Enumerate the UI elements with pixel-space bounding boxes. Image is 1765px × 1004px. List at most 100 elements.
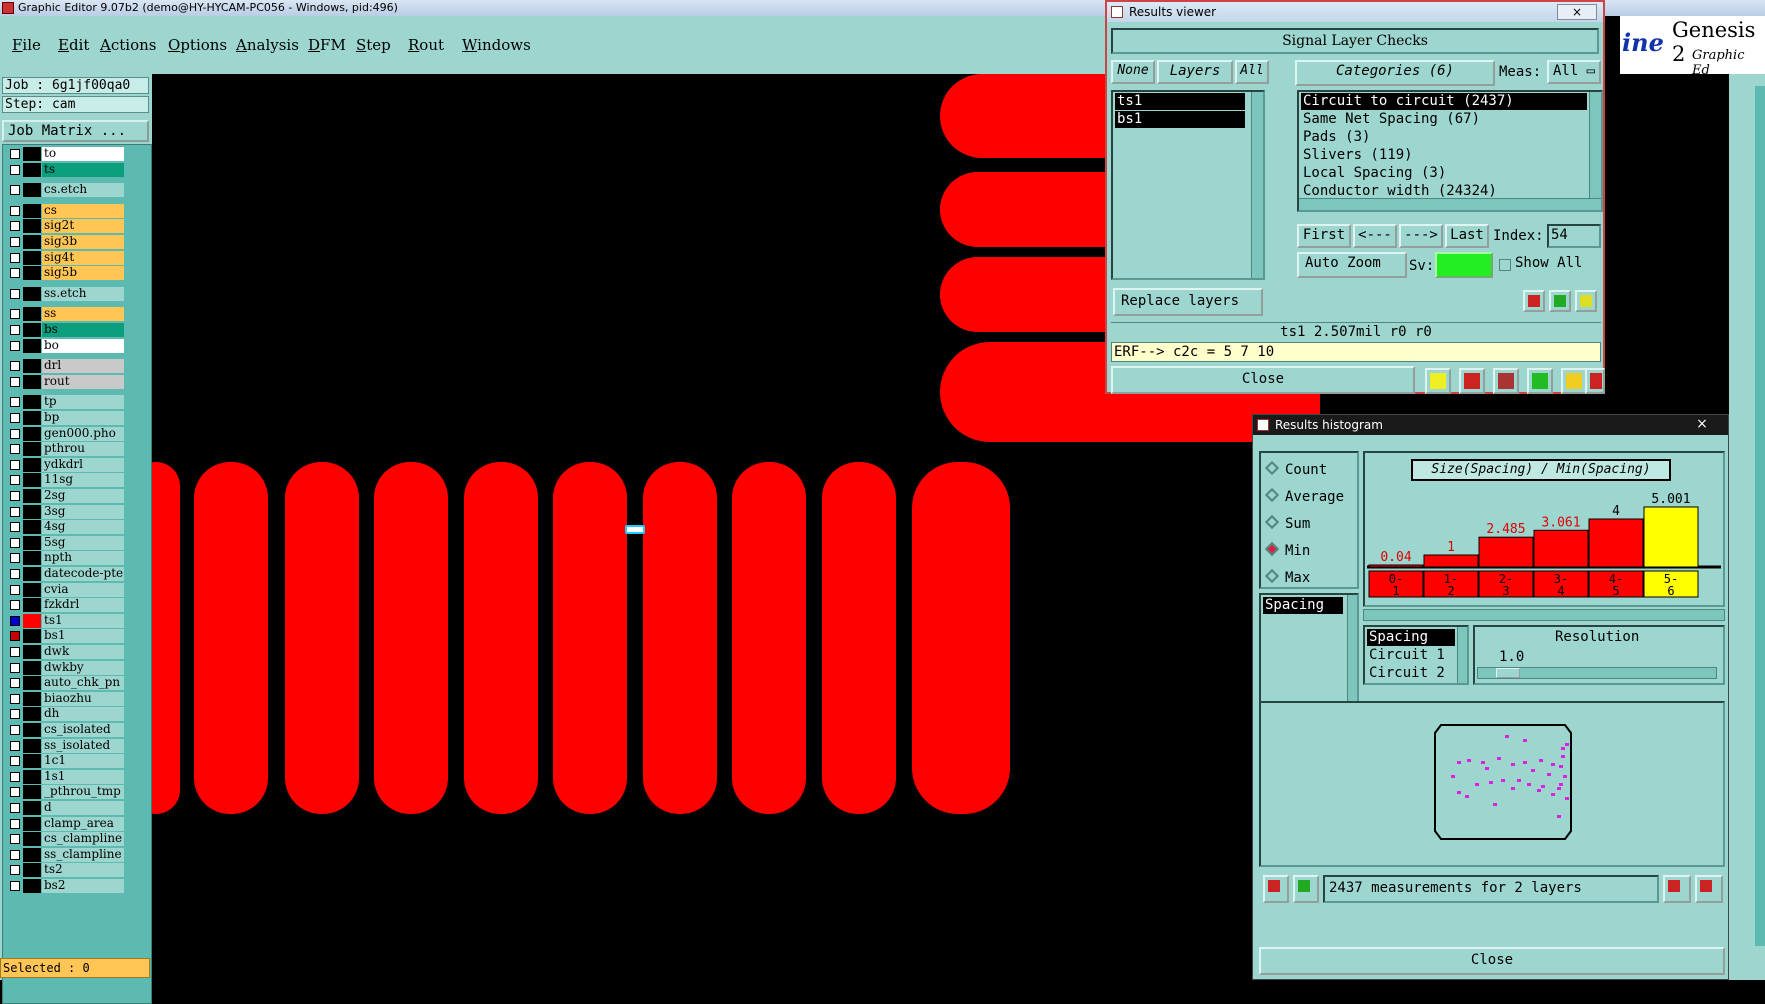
layer-name[interactable]: bs2 [42,879,124,893]
layer-checkbox[interactable] [10,413,20,423]
categories-listbox[interactable]: Circuit to circuit (2437) Same Net Spaci… [1297,90,1603,212]
layer-row-auto-chk-pn[interactable]: auto_chk_pn [6,676,124,691]
categories-hscrollbar[interactable] [1299,198,1601,210]
layer-name[interactable]: 1c1 [42,754,124,769]
measure-item[interactable]: Spacing [1263,597,1343,614]
layer-row-bs[interactable]: bs [6,323,124,337]
layer-swatch[interactable] [23,183,41,198]
layer-row-11sg[interactable]: 11sg [6,473,124,488]
layer-swatch[interactable] [23,250,41,265]
layer-name[interactable]: gen000.pho [42,426,124,441]
category-item[interactable]: Slivers (119) [1301,147,1413,164]
layer-row-ss-isolated[interactable]: ss_isolated [6,738,124,753]
layer-row-4sg[interactable]: 4sg [6,520,124,535]
zoom-icon[interactable] [1663,875,1691,903]
layer-checkbox[interactable] [10,803,20,813]
layer-name[interactable]: sig4t [42,250,124,265]
histogram-bar[interactable] [1478,536,1534,568]
next-button[interactable]: ---> [1399,224,1443,248]
category-item[interactable]: Pads (3) [1301,129,1370,146]
chart-hscrollbar[interactable] [1363,609,1725,621]
slider-handle[interactable] [1496,668,1520,678]
attr-item[interactable]: Spacing [1367,629,1455,646]
index-input[interactable]: 54 [1547,224,1601,248]
layer-name[interactable]: clamp_area [42,816,124,831]
layer-checkbox[interactable] [10,475,20,486]
layer-name[interactable]: cs [42,203,124,218]
layer-name[interactable]: fzkdrl [42,598,124,613]
layer-checkbox[interactable] [10,693,20,704]
layer-name[interactable]: dwk [42,645,124,659]
layer-swatch[interactable] [23,535,41,550]
layer-name[interactable]: 3sg [42,504,124,519]
layer-name[interactable]: 1s1 [42,769,124,784]
show-all-checkbox[interactable] [1499,259,1511,271]
menu-analysis[interactable]: Analysis [236,36,299,54]
sv-color-select[interactable] [1435,252,1493,278]
layer-swatch[interactable] [23,863,41,878]
layer-checkbox[interactable] [10,881,20,891]
cross-icon[interactable] [1493,368,1519,394]
layer-row-sig5b[interactable]: sig5b [6,266,124,281]
delete-icon[interactable] [1523,290,1545,312]
layer-checkbox[interactable] [10,149,20,159]
layer-row--pthrou-tmp[interactable]: _pthrou_tmp [6,785,124,800]
categories-header[interactable]: Categories (6) [1295,60,1495,86]
layer-swatch[interactable] [23,816,41,831]
layer-checkbox[interactable] [10,164,20,175]
layer-row-biaozhu[interactable]: biaozhu [6,691,124,706]
resolution-slider[interactable] [1477,667,1717,679]
none-button[interactable]: None [1111,60,1155,84]
layer-swatch[interactable] [23,489,41,503]
layer-item-ts1[interactable]: ts1 [1115,93,1245,110]
layer-name[interactable]: ts1 [42,613,124,628]
layer-checkbox[interactable] [10,288,20,299]
delete-icon[interactable] [1263,875,1289,903]
layer-row-cs-etch[interactable]: cs.etch [6,183,124,198]
layer-checkbox[interactable] [10,185,20,196]
layer-swatch[interactable] [23,707,41,722]
layer-row-dh[interactable]: dh [6,707,124,722]
show-icon[interactable] [1695,875,1723,903]
layer-name[interactable]: cs_clampline [42,832,124,847]
layer-checkbox[interactable] [10,834,20,845]
layer-swatch[interactable] [23,504,41,519]
layer-swatch[interactable] [23,147,41,161]
layer-row-fzkdrl[interactable]: fzkdrl [6,598,124,613]
layer-swatch[interactable] [23,691,41,706]
layer-row-gen000-pho[interactable]: gen000.pho [6,426,124,441]
replace-layers-select[interactable]: Replace layers [1113,288,1263,316]
layer-swatch[interactable] [23,338,41,353]
last-button[interactable]: Last [1445,224,1489,248]
layer-row-to[interactable]: to [6,147,124,161]
layer-name[interactable]: 2sg [42,489,124,503]
layer-row-d[interactable]: d [6,801,124,815]
layer-checkbox[interactable] [10,818,20,829]
layer-swatch[interactable] [23,629,41,644]
layer-swatch[interactable] [23,235,41,249]
layer-name[interactable]: 4sg [42,520,124,535]
layer-swatch[interactable] [23,598,41,613]
first-button[interactable]: First [1297,224,1351,248]
layer-row-pthrou[interactable]: pthrou [6,442,124,457]
report-icon[interactable] [1561,368,1587,394]
layer-row-ts1[interactable]: ts1 [6,613,124,628]
layer-name[interactable]: sig2t [42,219,124,234]
layer-name[interactable]: to [42,147,124,161]
layer-checkbox[interactable] [10,631,20,642]
layer-checkbox[interactable] [10,569,20,579]
categories-scrollbar[interactable] [1589,92,1601,198]
meas-select[interactable]: All ▭ [1547,60,1601,84]
layer-swatch[interactable] [23,551,41,566]
layer-row-dwk[interactable]: dwk [6,645,124,659]
layer-row-bs2[interactable]: bs2 [6,879,124,893]
layer-checkbox[interactable] [10,865,20,876]
menu-step[interactable]: Step [356,36,391,54]
layer-name[interactable]: tp [42,395,124,410]
layer-swatch[interactable] [23,738,41,753]
layer-swatch[interactable] [23,323,41,337]
close-button[interactable]: Close [1111,366,1415,394]
layer-row-ts2[interactable]: ts2 [6,863,124,878]
layer-swatch[interactable] [23,645,41,659]
layer-name[interactable]: cvia [42,582,124,597]
